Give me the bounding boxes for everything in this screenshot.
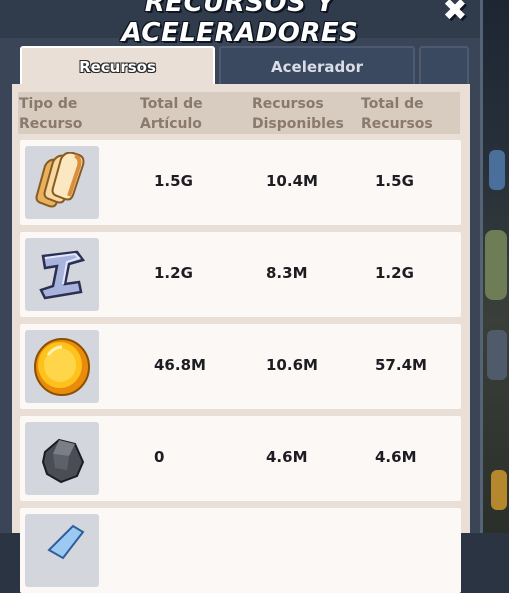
stone-icon (25, 422, 99, 495)
close-icon[interactable]: ✖ (438, 0, 472, 26)
resources-panel: RECURSOS Y ACELERADORES ✖ Recursos Acele… (0, 0, 483, 593)
iron-ingot-icon (25, 238, 99, 311)
column-header-tipo: Tipo de Recurso (19, 94, 82, 134)
scene-detail (487, 330, 507, 380)
column-header-line: Total de (361, 96, 424, 112)
table-row[interactable]: 46.8M 10.6M 57.4M (20, 324, 461, 409)
column-header-total-recursos: Total de Recursos (361, 94, 433, 134)
total-recursos-value: 1.5G (375, 172, 414, 190)
tab-bar: Recursos Acelerador (20, 46, 470, 84)
column-header-line: Artículo (140, 116, 202, 132)
table-header: Tipo de Recurso Total de Artículo Recurs… (18, 92, 460, 134)
crystal-icon (25, 514, 99, 587)
column-header-line: Recurso (19, 116, 83, 132)
table-row[interactable] (20, 508, 461, 593)
total-recursos-value: 57.4M (375, 356, 427, 374)
scene-detail (489, 150, 505, 190)
total-articulo-value: 1.2G (154, 264, 193, 282)
disponibles-value: 10.4M (266, 172, 318, 190)
tab-acelerador[interactable]: Acelerador (219, 46, 415, 84)
column-header-line: Disponibles (252, 116, 344, 132)
column-header-disponibles: Recursos Disponibles (252, 94, 344, 134)
table-row[interactable]: 1.2G 8.3M 1.2G (20, 232, 461, 317)
table-row[interactable]: 1.5G 10.4M 1.5G (20, 140, 461, 225)
resources-table: Tipo de Recurso Total de Artículo Recurs… (12, 84, 470, 593)
total-articulo-value: 46.8M (154, 356, 206, 374)
column-header-line: Recursos (252, 96, 324, 112)
column-header-total-articulo: Total de Artículo (140, 94, 203, 134)
total-articulo-value: 0 (154, 448, 165, 466)
scene-detail (485, 230, 507, 300)
scene-detail (491, 470, 507, 510)
tab-extra[interactable] (419, 46, 469, 84)
column-header-line: Recursos (361, 116, 433, 132)
column-header-line: Total de (140, 96, 203, 112)
total-articulo-value: 1.5G (154, 172, 193, 190)
column-header-line: Tipo de (19, 96, 78, 112)
total-recursos-value: 4.6M (375, 448, 417, 466)
disponibles-value: 10.6M (266, 356, 318, 374)
total-recursos-value: 1.2G (375, 264, 414, 282)
bread-icon (25, 146, 99, 219)
panel-title: RECURSOS Y ACELERADORES (121, 0, 359, 48)
gold-coin-icon (25, 330, 99, 403)
disponibles-value: 8.3M (266, 264, 308, 282)
title-bar: RECURSOS Y ACELERADORES ✖ (0, 0, 480, 48)
tab-recursos[interactable]: Recursos (20, 46, 215, 84)
table-row[interactable]: 0 4.6M 4.6M (20, 416, 461, 501)
background-game-scene (483, 0, 509, 533)
disponibles-value: 4.6M (266, 448, 308, 466)
